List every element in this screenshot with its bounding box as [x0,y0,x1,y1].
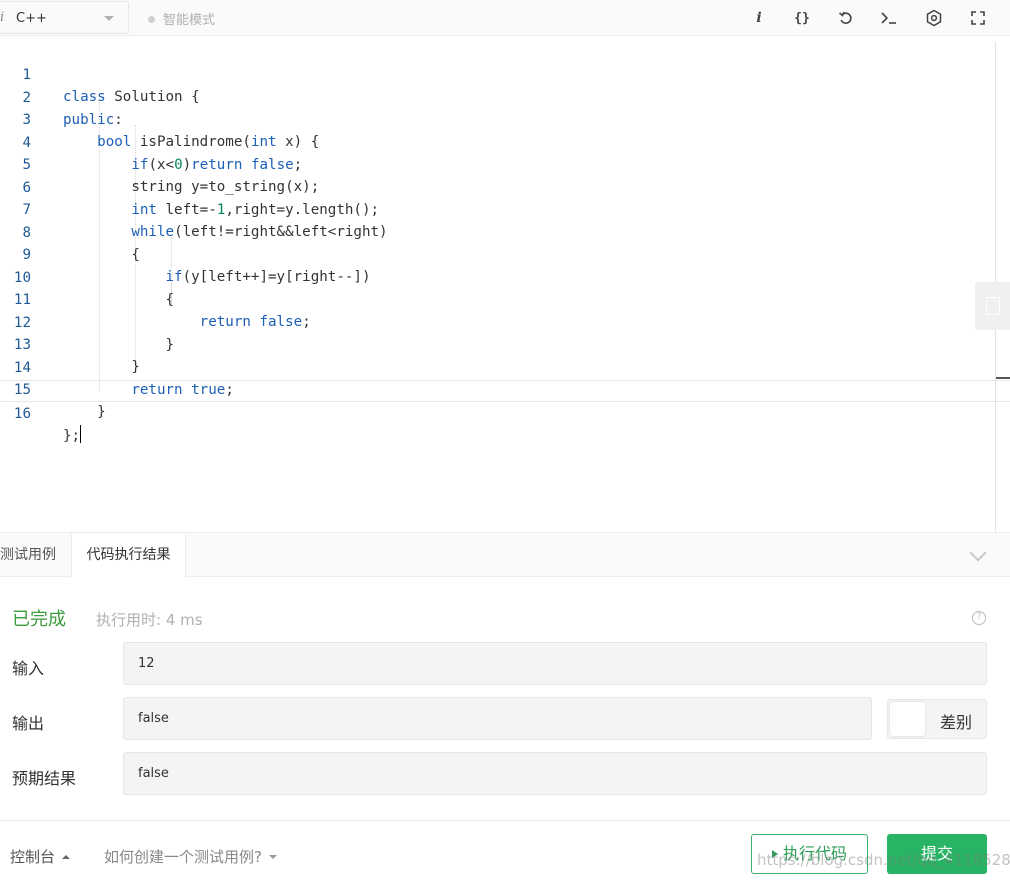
code-line: 3 bool isPalindrome(int x) { [0,87,1010,150]
status-text: 已完成 [12,609,66,630]
output-label: 输出 [12,714,45,733]
code-line: 12 } [0,290,1010,353]
input-label: 输入 [12,659,45,678]
fullscreen-icon[interactable] [966,6,990,30]
expected-value: false [123,752,987,795]
reset-icon[interactable] [834,6,858,30]
caret-up-icon [62,855,71,859]
chevron-down-icon [104,16,114,21]
code-line: 7 while(left!=right&&left<right) [0,177,1010,240]
line-code: }; [63,424,82,447]
terminal-icon[interactable] [877,6,901,30]
smart-mode-label: 智能模式 [163,13,216,28]
code-line: 6 int left=-1,right=y.length(); [0,155,1010,218]
code-line: 14 return true; [0,335,1010,398]
diff-toggle-knob [890,702,925,736]
language-info-icon: i [0,10,5,25]
editor-toolbar: i C++ 智能模式 i {} [0,0,1010,36]
code-line: 13 } [0,312,1010,375]
code-line-active: 16 }; [0,379,1010,444]
language-label: C++ [16,11,47,26]
text-cursor [80,424,82,443]
tab-result[interactable]: 代码执行结果 [71,533,186,578]
howto-label: 如何创建一个测试用例? [104,848,262,866]
output-value: false [123,697,872,740]
settings-icon[interactable] [922,6,946,30]
code-editor[interactable]: 1 class Solution { 2 public: 3 bool isPa… [0,42,1010,532]
line-number: 16 [13,405,31,422]
note-icon [985,297,1000,315]
mode-indicator-dot [148,16,155,23]
code-line: 11 return false; [0,267,1010,330]
scrollbar-position-marker [996,377,1010,379]
code-line: 15 } [0,357,1010,420]
code-line: 8 { [0,200,1010,263]
format-icon[interactable]: {} [790,6,814,30]
help-icon[interactable]: ? [972,611,986,625]
smart-mode-toggle[interactable]: 智能模式 [148,9,215,28]
code-line: 4 if(x<0)return false; [0,110,1010,173]
chevron-down-icon[interactable] [969,544,987,562]
runtime-text: 执行用时: 4 ms [96,611,203,629]
caret-down-icon [268,855,277,859]
code-line: 1 class Solution { [0,42,1010,105]
tab-test-cases[interactable]: 测试用例 [0,533,70,577]
input-value: 12 [123,642,987,685]
diff-toggle[interactable]: 差别 [887,699,987,739]
result-tabs: 测试用例 代码执行结果 [0,532,1010,578]
side-panel-tab[interactable] [975,282,1010,330]
console-toggle[interactable]: 控制台 [10,846,71,867]
expected-label: 预期结果 [12,769,77,788]
language-select[interactable]: i C++ [0,1,129,34]
code-line: 9 if(y[left++]=y[right--]) [0,222,1010,285]
info-icon[interactable]: i [747,6,771,30]
line-code: } [63,404,106,420]
diff-label: 差别 [940,713,973,732]
code-line: 10 { [0,245,1010,308]
code-line: 5 string y=to_string(x); [0,132,1010,195]
console-label: 控制台 [10,848,56,866]
howto-test-case-link[interactable]: 如何创建一个测试用例? [104,846,277,867]
watermark: https://blog.csdn.net/qq_41185288 [757,851,1010,869]
code-line: 2 public: [0,65,1010,128]
